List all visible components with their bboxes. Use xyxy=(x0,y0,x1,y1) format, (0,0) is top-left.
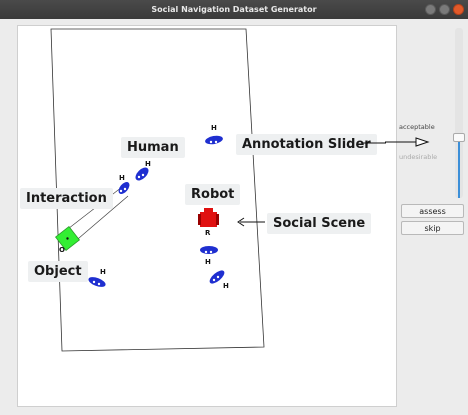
human-glyph: H xyxy=(205,258,211,266)
human-callout: Human xyxy=(121,137,185,158)
robot-marker xyxy=(198,208,219,227)
window-title: Social Navigation Dataset Generator xyxy=(151,5,317,14)
human-glyph: H xyxy=(211,124,217,132)
app-window: Social Navigation Dataset Generator H H … xyxy=(0,0,468,415)
interaction-callout: Interaction xyxy=(20,188,113,209)
human-glyph: H xyxy=(119,174,125,182)
acceptable-label: acceptable xyxy=(399,123,435,131)
undesirable-label: undesirable xyxy=(399,153,438,161)
object-callout: Object xyxy=(28,261,88,282)
scene-canvas: H H H H H H R O Human Interaction Object… xyxy=(17,25,397,407)
skip-button[interactable]: skip xyxy=(401,221,464,235)
close-icon[interactable] xyxy=(453,4,464,15)
annotation-slider-fill xyxy=(458,140,460,198)
window-controls xyxy=(425,4,464,15)
robot-callout: Robot xyxy=(185,184,241,205)
annotation-slider-callout: Annotation Slider xyxy=(236,134,377,155)
title-bar: Social Navigation Dataset Generator xyxy=(0,0,468,19)
human-marker xyxy=(200,246,218,254)
social-scene-arrow xyxy=(237,217,265,227)
object-center xyxy=(66,237,69,240)
human-glyph: H xyxy=(100,268,106,276)
robot-glyph: R xyxy=(205,229,211,237)
social-scene-callout: Social Scene xyxy=(267,213,372,234)
annotation-slider-handle[interactable] xyxy=(453,133,465,142)
human-glyph: H xyxy=(145,160,151,168)
human-marker xyxy=(205,135,223,145)
human-glyph: H xyxy=(223,282,229,290)
assess-button[interactable]: assess xyxy=(401,204,464,218)
maximize-icon[interactable] xyxy=(439,4,450,15)
minimize-icon[interactable] xyxy=(425,4,436,15)
human-marker xyxy=(88,277,106,287)
object-glyph: O xyxy=(59,246,65,254)
human-marker xyxy=(118,182,130,194)
